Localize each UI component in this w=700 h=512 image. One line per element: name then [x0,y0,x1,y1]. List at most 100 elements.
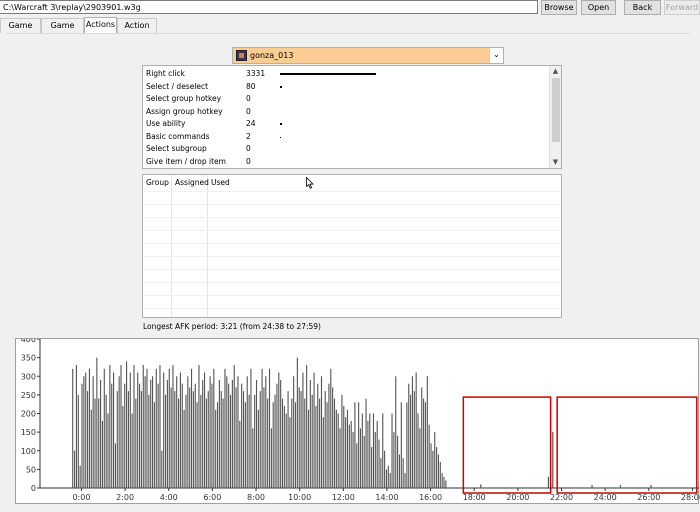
chart-bar [81,383,83,488]
tab-game-info[interactable]: Game Info [0,18,41,43]
y-tick-label: 250 [21,391,36,400]
browse-button[interactable]: Browse [541,0,577,15]
x-tick-label: 0:00 [72,493,90,502]
chart-bar [423,398,425,488]
x-tick-label: 14:00 [375,493,398,502]
player-dropdown[interactable]: gonza_013 ⌄ [232,47,504,64]
chart-bar [174,391,176,488]
list-item: Give item / drop item 0 [146,156,546,168]
chart-bar [72,368,74,488]
column-header-used[interactable]: Used [208,175,230,191]
chart-bar [235,387,237,488]
chart-bar [226,376,228,488]
chart-bar [315,406,317,488]
action-label: Assign group hotkey [146,106,223,116]
actions-scrollbar[interactable]: ▲ ▼ [549,66,561,168]
action-count: 0 [246,94,251,103]
chart-bar [337,413,339,488]
list-item: Right click 3331 [146,68,546,80]
chart-bar [137,372,139,488]
chart-bar [79,465,81,488]
y-tick-label: 350 [21,354,36,363]
x-tick-label: 12:00 [332,493,355,502]
player-race-icon [236,50,247,61]
chart-bar [224,368,226,488]
action-label: Select group hotkey [146,94,222,103]
x-tick-label: 26:00 [637,493,660,502]
chart-bar [148,394,150,488]
chart-bar [172,365,174,488]
x-tick-label: 8:00 [247,493,265,502]
chart-bar [126,361,128,488]
scroll-down-icon[interactable]: ▼ [550,157,561,168]
y-tick-label: 300 [21,372,36,381]
chart-bar [196,402,198,488]
open-button[interactable]: Open [581,0,616,15]
tab-game-chat[interactable]: Game Chat [41,18,84,43]
chart-bar [176,376,178,488]
chart-bar [424,402,427,488]
chart-bar [274,394,276,488]
row-divider [143,230,561,231]
x-tick-label: 6:00 [203,493,221,502]
groups-table[interactable]: Group Assigned Used [142,174,562,318]
tab-actions[interactable]: Actions [84,17,117,33]
scrollbar-thumb[interactable] [552,78,560,142]
chart-bar [333,398,336,488]
chart-bar [296,357,298,488]
highlight-box [462,396,552,494]
chart-bar [200,394,202,488]
x-tick-label: 2:00 [116,493,134,502]
chart-bar [281,398,284,488]
chevron-down-icon[interactable]: ⌄ [489,48,503,63]
chart-bar [168,368,170,488]
y-tick-label: 0 [31,484,36,493]
chart-bar [320,376,323,488]
chart-bar [265,376,267,488]
chart-bar [198,365,200,488]
replay-path-field[interactable]: C:\Warcraft 3\replay\2903901.w3g [0,0,538,14]
action-count: 3331 [246,69,266,78]
chart-bar [372,413,375,488]
chart-bar [376,420,378,488]
chart-bar [415,372,417,488]
chart-bar [300,391,302,488]
chart-bar [259,391,261,488]
chart-bar [302,372,304,488]
chart-bar [278,372,280,488]
back-button[interactable]: Back [624,0,661,15]
column-header-group[interactable]: Group [143,175,169,191]
chart-bar [363,435,365,488]
chart-bar [194,383,196,488]
chart-bar [133,365,135,488]
chart-bar [324,391,326,488]
chart-bar [157,383,159,488]
column-header-assigned[interactable]: Assigned [172,175,209,191]
scroll-up-icon[interactable]: ▲ [550,66,561,77]
chart-bar [209,376,211,488]
chart-bar [356,443,358,488]
chart-bar [341,394,343,488]
chart-bar [393,432,395,488]
chart-bar [313,372,315,488]
actions-list[interactable]: Right click 3331 Select / deselect 80 Se… [142,65,562,169]
chart-bar [144,376,146,488]
chart-bar [591,485,593,488]
chart-bar [404,473,406,488]
chart-bar [289,417,291,488]
action-bar [280,85,282,88]
chart-bar [343,406,345,488]
chart-bar [270,428,272,488]
chart-bar [434,432,436,488]
chart-bar [153,402,155,488]
action-label: Right click [146,69,185,78]
chart-bar [332,387,334,488]
chart-bar [298,387,300,488]
chart-bar [311,394,313,488]
chart-bar [205,398,207,488]
tab-action-log[interactable]: Action Log [117,18,157,43]
chart-bar [118,376,120,488]
chart-bar [326,402,328,488]
forward-button[interactable]: Forward [664,0,700,15]
chart-bar [410,394,412,488]
